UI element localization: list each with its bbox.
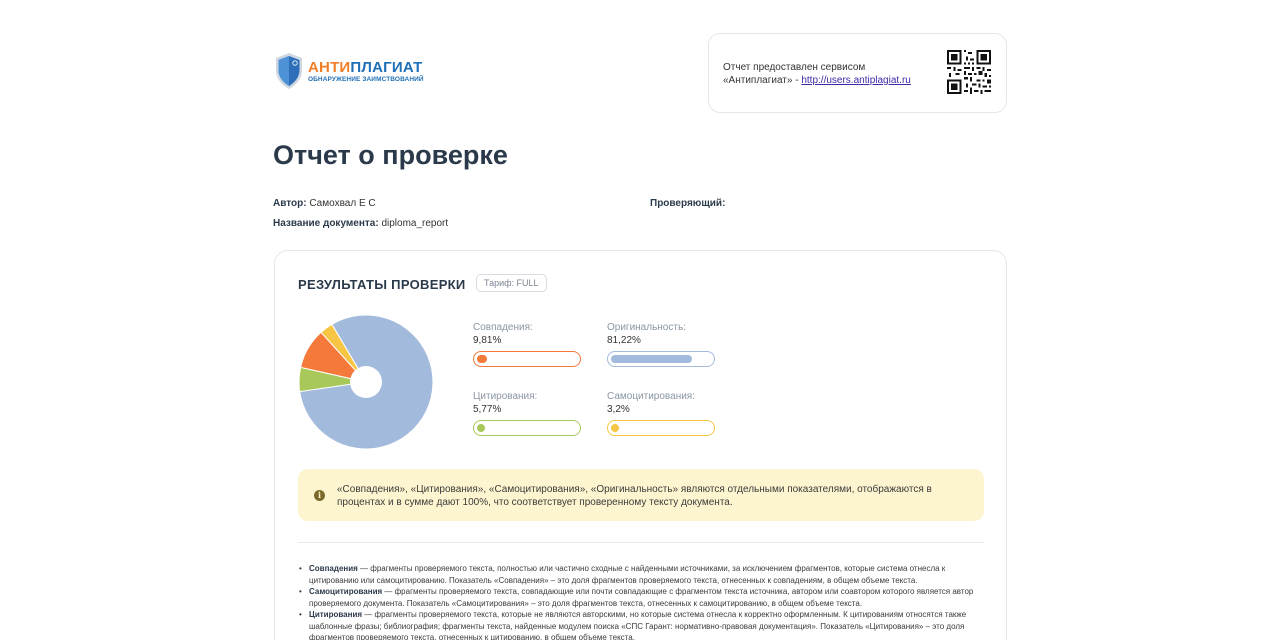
author-value: Самохвал Е С (309, 198, 376, 209)
definitions-list: Совпадения — фрагменты проверяемого текс… (299, 563, 985, 640)
metric-citations-bar (473, 420, 581, 436)
definition-term: Совпадения (309, 564, 358, 573)
document-line: Название документа: diploma_report (273, 218, 448, 229)
reviewer-label: Проверяющий: (650, 198, 726, 209)
logo-text-plagiat: ПЛАГИАТ (350, 58, 423, 76)
metric-originality: Оригинальность: 81,22% (607, 322, 717, 367)
results-card: РЕЗУЛЬТАТЫ ПРОВЕРКИ Тариф: FULL Совпаден… (274, 250, 1007, 640)
service-info-box: Отчет предоставлен сервисом «Антиплагиат… (708, 33, 1007, 113)
metric-selfcitations-bar (607, 420, 715, 436)
definition-item: Совпадения — фрагменты проверяемого текс… (299, 563, 985, 586)
definition-text: — фрагменты проверяемого текста, полност… (309, 564, 946, 585)
antiplagiat-logo: АНТИПЛАГИАТ ОБНАРУЖЕНИЕ ЗАИМСТВОВАНИЙ (274, 52, 424, 90)
metric-selfcitations-bar-fill (611, 424, 619, 432)
logo-subtitle: ОБНАРУЖЕНИЕ ЗАИМСТВОВАНИЙ (308, 75, 424, 83)
definition-text: — фрагменты проверяемого текста, совпада… (309, 587, 974, 608)
results-pie-chart (298, 314, 434, 450)
author-label: Автор: (273, 198, 307, 209)
definition-item: Самоцитирования — фрагменты проверяемого… (299, 586, 985, 609)
metric-matches-value: 9,81% (473, 335, 502, 346)
definition-term: Самоцитирования (309, 587, 383, 596)
author-line: Автор: Самохвал Е С (273, 198, 376, 209)
metric-selfcitations-value: 3,2% (607, 404, 630, 415)
metric-originality-bar-fill (611, 355, 693, 363)
metric-matches-bar (473, 351, 581, 367)
results-title: РЕЗУЛЬТАТЫ ПРОВЕРКИ (298, 277, 466, 292)
info-notice-text: «Совпадения», «Цитирования», «Самоцитиро… (337, 484, 932, 508)
definition-text: — фрагменты проверяемого текста, которые… (309, 610, 967, 640)
document-value: diploma_report (381, 218, 449, 229)
definition-term: Цитирования (309, 610, 363, 619)
metric-citations-bar-fill (477, 424, 485, 432)
service-line2-prefix: «Антиплагиат» - (723, 75, 802, 86)
qr-code-icon (947, 50, 991, 94)
metric-citations: Цитирования: 5,77% (473, 391, 583, 436)
definition-item: Цитирования — фрагменты проверяемого тек… (299, 609, 985, 640)
metric-matches-label: Совпадения: (473, 322, 533, 333)
metric-originality-value: 81,22% (607, 335, 641, 346)
metric-selfcitations: Самоцитирования: 3,2% (607, 391, 717, 436)
metric-citations-value: 5,77% (473, 404, 502, 415)
service-line1: Отчет предоставлен сервисом (723, 62, 866, 73)
tariff-badge: Тариф: FULL (476, 274, 547, 292)
reviewer-line: Проверяющий: (650, 198, 725, 209)
metric-citations-label: Цитирования: (473, 391, 538, 402)
service-text: Отчет предоставлен сервисом «Антиплагиат… (723, 61, 933, 87)
logo-text-anti: АНТИ (308, 58, 351, 76)
pie-center-hole (350, 366, 382, 398)
metric-originality-label: Оригинальность: (607, 322, 686, 333)
service-link[interactable]: http://users.antiplagiat.ru (801, 75, 911, 86)
metric-matches-bar-fill (477, 355, 487, 363)
divider (298, 542, 984, 543)
info-notice: i «Совпадения», «Цитирования», «Самоцити… (298, 469, 984, 521)
metric-matches: Совпадения: 9,81% (473, 322, 583, 367)
info-icon: i (314, 490, 325, 501)
document-label: Название документа: (273, 218, 379, 229)
metric-selfcitations-label: Самоцитирования: (607, 391, 695, 402)
metric-originality-bar (607, 351, 715, 367)
page-title: Отчет о проверке (273, 140, 508, 170)
shield-logo-icon (276, 53, 302, 89)
